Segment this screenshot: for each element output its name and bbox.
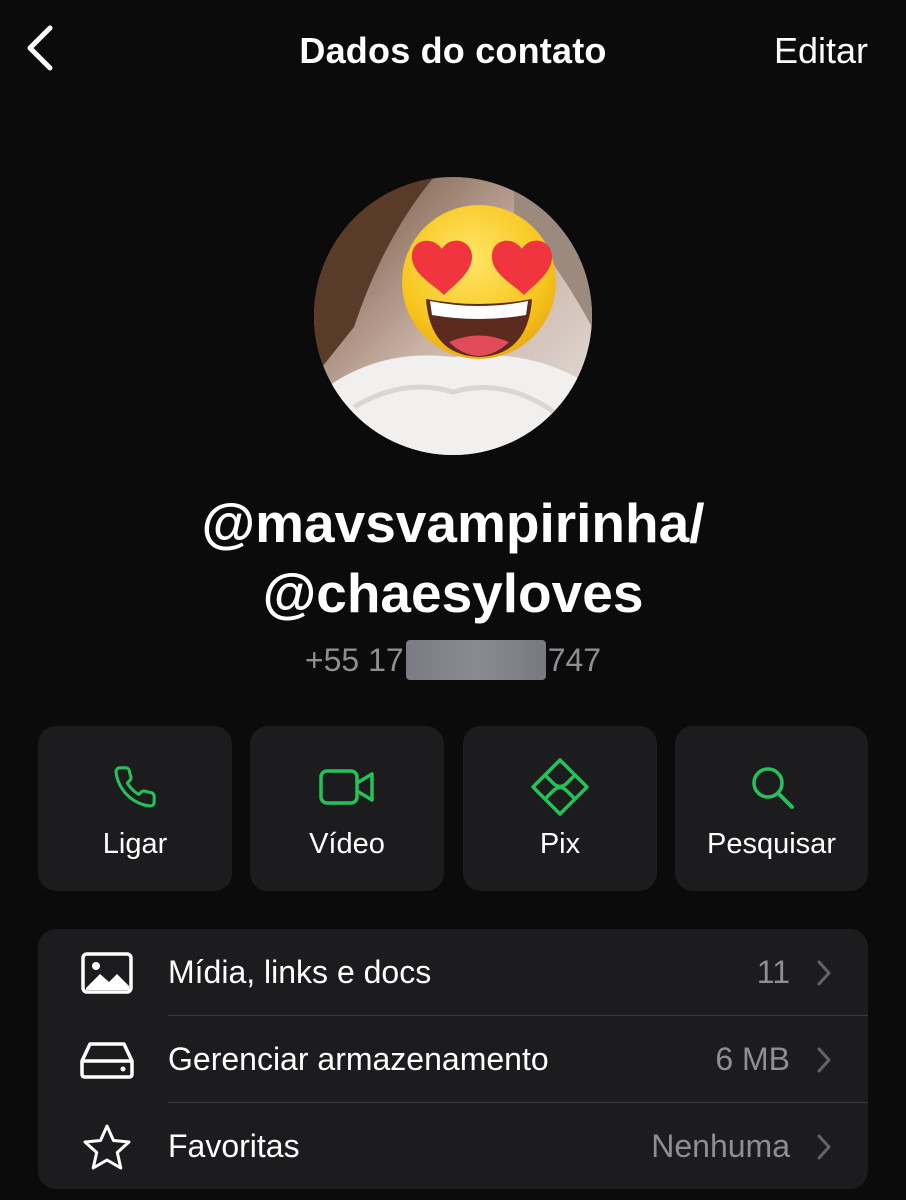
phone-suffix: 747 (547, 641, 602, 678)
list-item-favorites[interactable]: Favoritas Nenhuma (38, 1103, 868, 1189)
list-item-value: 6 MB (715, 1041, 790, 1077)
photo-icon (78, 929, 136, 1016)
contact-name-line2: @chaesyloves (262, 562, 644, 624)
storage-drive-icon (78, 1016, 136, 1103)
video-button[interactable]: Vídeo (250, 726, 444, 891)
call-button[interactable]: Ligar (38, 726, 232, 891)
chevron-right-icon (816, 1016, 832, 1103)
phone-prefix: +55 17 (304, 641, 404, 678)
contact-info-list: Mídia, links e docs 11 Gerenciar armazen… (38, 929, 868, 1189)
list-item-value: 11 (756, 954, 790, 990)
chevron-right-icon (816, 1103, 832, 1189)
avatar[interactable] (314, 177, 592, 455)
list-item-media[interactable]: Mídia, links e docs 11 (38, 929, 868, 1016)
edit-button[interactable]: Editar (774, 30, 868, 72)
phone-icon (38, 762, 232, 812)
chevron-right-icon (816, 929, 832, 1016)
redacted-phone-digits (405, 640, 546, 680)
list-item-label: Gerenciar armazenamento (168, 1041, 549, 1077)
pix-icon (463, 758, 657, 816)
navigation-bar: Dados do contato Editar (0, 0, 906, 104)
contact-name-line1: @mavsvampirinha/ (201, 492, 705, 554)
contact-name: @mavsvampirinha/ @chaesyloves (0, 488, 906, 628)
star-icon (78, 1103, 136, 1189)
pix-label: Pix (539, 828, 581, 860)
search-button[interactable]: Pesquisar (675, 726, 868, 891)
list-item-storage[interactable]: Gerenciar armazenamento 6 MB (38, 1016, 868, 1103)
page-title: Dados do contato (299, 30, 607, 71)
list-item-label: Mídia, links e docs (168, 954, 432, 990)
call-label: Ligar (102, 828, 168, 860)
search-icon (675, 762, 868, 812)
video-camera-icon (250, 762, 444, 812)
list-item-label: Favoritas (168, 1128, 300, 1164)
contact-phone[interactable]: +55 17 747 (0, 640, 906, 680)
pix-button[interactable]: Pix (463, 726, 657, 891)
video-label: Vídeo (309, 828, 385, 860)
search-label: Pesquisar (707, 828, 836, 860)
list-item-value: Nenhuma (651, 1128, 790, 1164)
action-buttons: Ligar Vídeo Pix Pesquisar (38, 726, 868, 891)
